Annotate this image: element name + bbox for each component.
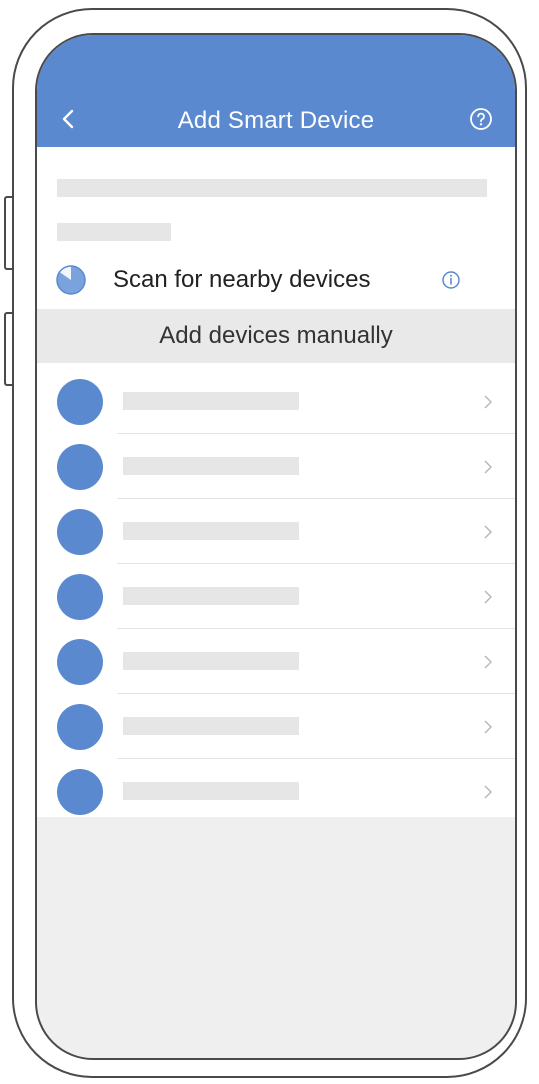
- device-list-item[interactable]: [37, 759, 515, 824]
- scan-label: Scan for nearby devices: [113, 266, 371, 293]
- info-circle-icon[interactable]: [441, 270, 461, 290]
- device-name-placeholder: [123, 717, 299, 735]
- chevron-right-icon: [484, 525, 492, 539]
- chevron-right-icon: [484, 590, 492, 604]
- device-list-item[interactable]: [37, 564, 515, 629]
- device-list-item[interactable]: [37, 694, 515, 759]
- content-area: Scan for nearby devices Add devices manu…: [37, 147, 515, 817]
- device-circle-icon: [57, 769, 103, 815]
- placeholder-text-line: [57, 223, 171, 241]
- add-devices-manually-section: Add devices manually: [37, 309, 515, 363]
- device-list-item[interactable]: [37, 629, 515, 694]
- app-header: Add Smart Device: [37, 35, 515, 147]
- device-name-placeholder: [123, 522, 299, 540]
- device-list-item[interactable]: [37, 499, 515, 564]
- device-name-placeholder: [123, 457, 299, 475]
- chevron-right-icon: [484, 720, 492, 734]
- device-name-placeholder: [123, 782, 299, 800]
- chevron-right-icon: [484, 655, 492, 669]
- chevron-right-icon: [484, 395, 492, 409]
- device-circle-icon: [57, 574, 103, 620]
- device-circle-icon: [57, 444, 103, 490]
- page-title: Add Smart Device: [177, 107, 375, 134]
- chevron-right-icon: [484, 785, 492, 799]
- device-circle-icon: [57, 704, 103, 750]
- device-list-item[interactable]: [37, 369, 515, 434]
- placeholder-text-line: [57, 179, 487, 197]
- radar-scan-icon: [56, 265, 86, 295]
- device-list: [37, 369, 515, 824]
- device-name-placeholder: [123, 652, 299, 670]
- scan-nearby-devices-row[interactable]: Scan for nearby devices: [55, 261, 495, 299]
- device-circle-icon: [57, 639, 103, 685]
- device-list-item[interactable]: [37, 434, 515, 499]
- device-circle-icon: [57, 509, 103, 555]
- device-circle-icon: [57, 379, 103, 425]
- device-name-placeholder: [123, 587, 299, 605]
- chevron-right-icon: [484, 460, 492, 474]
- device-name-placeholder: [123, 392, 299, 410]
- question-circle-icon[interactable]: [469, 107, 493, 131]
- phone-screen: Add Smart Device Scan for nearby devices…: [35, 33, 517, 1060]
